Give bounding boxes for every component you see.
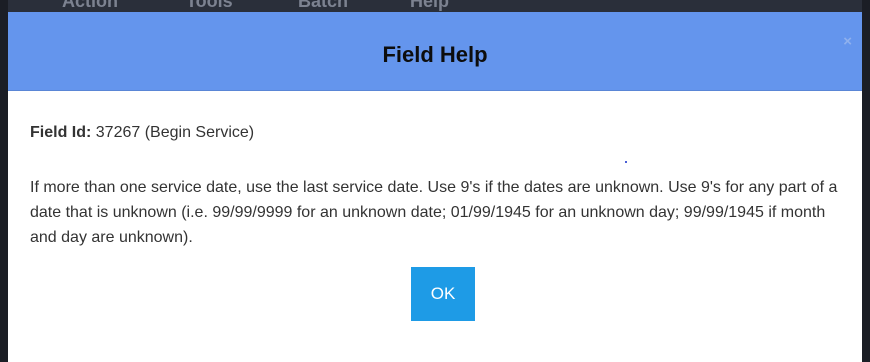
- stray-dot: [625, 161, 627, 163]
- menu-item-batch[interactable]: Batch: [298, 0, 348, 12]
- menu-item-action[interactable]: Action: [62, 0, 118, 12]
- menu-item-tools[interactable]: Tools: [186, 0, 233, 12]
- close-icon[interactable]: ×: [843, 34, 852, 49]
- backdrop-left-edge: [0, 0, 8, 362]
- ok-button[interactable]: OK: [411, 267, 475, 321]
- menu-item-help[interactable]: Help: [410, 0, 449, 12]
- dialog-header: Field Help ×: [8, 12, 862, 91]
- field-id-label: Field Id:: [30, 124, 92, 141]
- backdrop-right-edge: [862, 0, 870, 362]
- background-menubar: Action Tools Batch Help: [0, 0, 870, 12]
- help-text: If more than one service date, use the l…: [30, 179, 838, 246]
- dialog-title: Field Help: [382, 42, 488, 67]
- field-id-value: 37267 (Begin Service): [95, 124, 255, 141]
- field-id-line: Field Id: 37267 (Begin Service): [30, 120, 852, 145]
- field-help-dialog: Field Help × Field Id: 37267 (Begin Serv…: [8, 12, 862, 362]
- dialog-body: Field Id: 37267 (Begin Service) If more …: [30, 120, 852, 250]
